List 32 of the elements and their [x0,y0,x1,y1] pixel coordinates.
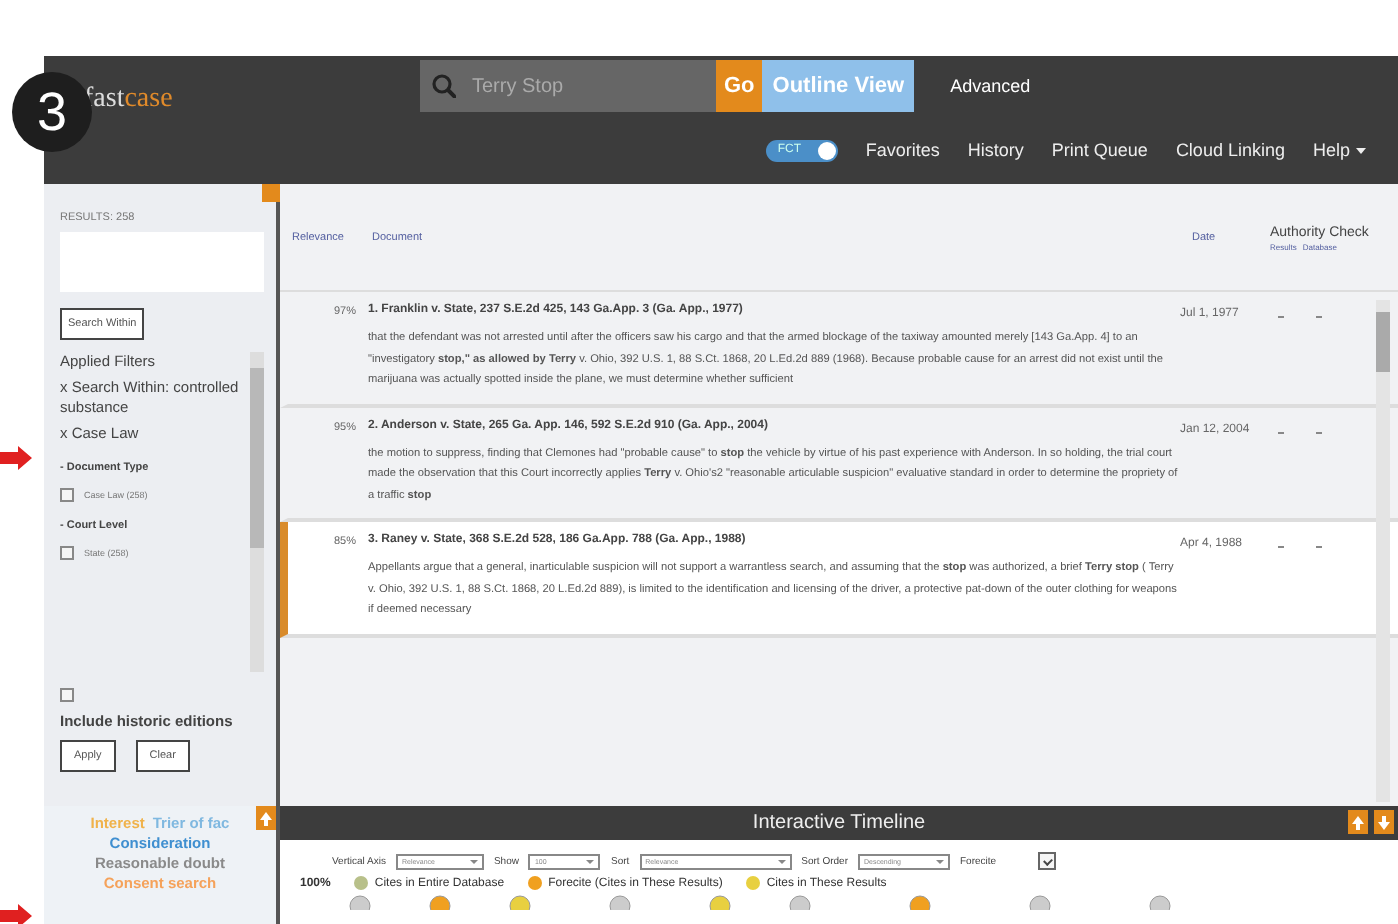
collapse-button[interactable] [1374,810,1394,834]
caret-icon [469,859,478,863]
dash-icon [1278,546,1284,548]
expand-button[interactable] [256,806,276,830]
search-icon [432,74,456,98]
down-arrow-icon [1378,815,1390,829]
expand-button[interactable] [1348,810,1368,834]
nav-link[interactable]: Print Queue [1051,140,1148,160]
nav-link[interactable]: Favorites [865,140,940,160]
scrollbar[interactable] [250,352,264,672]
caret-icon [936,859,944,863]
up-arrow-icon [1352,815,1364,829]
timeline-title: Interactive Timeline [752,812,926,834]
checkbox[interactable] [60,488,74,502]
checkbox[interactable] [1038,852,1057,870]
dash-icon [1316,316,1322,318]
nav-link[interactable]: Cloud Linking [1175,140,1285,160]
up-arrow-icon [260,811,272,825]
caret-icon [586,859,595,863]
caret-icon [1356,147,1366,153]
scrollbar[interactable] [1376,300,1390,802]
dash-icon [1278,316,1284,318]
nav-link[interactable]: History [967,140,1024,160]
checkbox[interactable] [60,688,74,702]
help-menu[interactable]: Help [1312,140,1366,160]
arrow-icon [0,446,32,470]
advanced-link[interactable]: Advanced [950,76,1031,96]
checkbox[interactable] [60,546,74,560]
arrow-icon [0,904,32,924]
dash-icon [1316,546,1322,548]
caret-icon [777,859,786,863]
result-row[interactable] [280,522,1398,637]
